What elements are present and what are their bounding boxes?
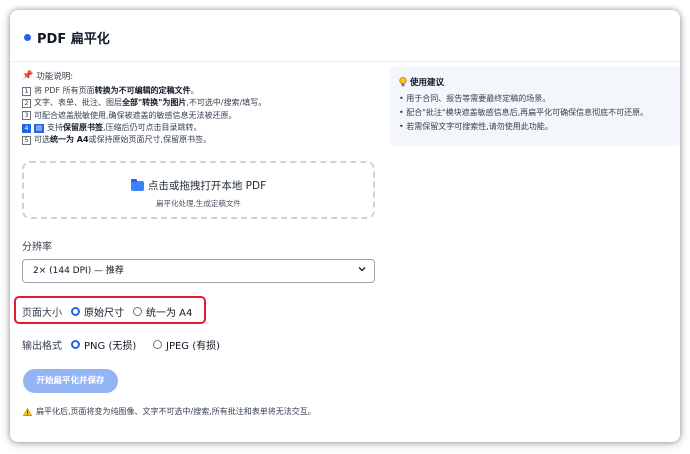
warning-text: 扁平化后,页面将变为纯图像、文字不可选中/搜索,所有批注和表单将无法交互。: [36, 407, 316, 416]
app-window: PDF 扁平化 📌 功能说明: 1 将 PDF 所有页面 转换为不可编辑的定稿文件…: [10, 10, 680, 442]
resolution-label: 分辨率: [22, 242, 52, 253]
usage-tips-panel: 使用建议 • 用于合同、报告等需要最终定稿的场景。 • 配合"批注"模块遮盖敏感…: [390, 66, 680, 146]
format-png-radio[interactable]: PNG (无损): [71, 337, 136, 352]
number-3-icon: 3: [22, 111, 31, 121]
radio-label: PNG (无损): [84, 341, 137, 352]
feature-text: 文字、表单、批注、图层: [34, 98, 122, 108]
radio-label: 统一为 A4: [146, 308, 193, 319]
resolution-selected-value: 2× (144 DPI) — 推荐: [33, 266, 124, 276]
feature-text: 。: [190, 86, 199, 95]
feature-text: ,压缩后仍可点击目录跳转。: [103, 122, 202, 132]
tips-heading-text: 使用建议: [410, 78, 445, 88]
feature-line-3: 3 可配合遮盖脱敏使用,确保被遮盖的敏感信息无法被还原。: [22, 110, 378, 122]
feature-heading-text: 功能说明:: [36, 72, 74, 82]
feature-line-1: 1 将 PDF 所有页面 转换为不可编辑的定稿文件。: [22, 85, 378, 97]
page-title: PDF 扁平化: [37, 32, 110, 47]
output-format-label: 输出格式: [22, 341, 62, 352]
radio-label: 原始尺寸: [84, 308, 124, 319]
dropzone-main-text: 点击或拖拽打开本地 PDF: [147, 180, 267, 192]
feature-text: 支持: [47, 122, 63, 132]
folder-icon: [130, 178, 144, 191]
dropzone-subtext: 扁平化处理,生成定稿文件: [156, 199, 241, 208]
warning-note: 扁平化后,页面将变为纯图像、文字不可选中/搜索,所有批注和表单将无法交互。: [23, 406, 316, 417]
feature-description: 📌 功能说明: 1 将 PDF 所有页面 转换为不可编辑的定稿文件。 2 文字、表…: [22, 70, 378, 146]
feature-line-2: 2 文字、表单、批注、图层 全部"转换"为图片 ,不可选中/搜索/填写。: [22, 97, 378, 109]
pdf-dropzone[interactable]: 点击或拖拽打开本地 PDF 扁平化处理,生成定稿文件: [22, 161, 375, 219]
feature-text: 将 PDF 所有页面: [34, 86, 95, 95]
dropzone-main: 点击或拖拽打开本地 PDF: [24, 178, 373, 193]
number-2-icon: 2: [22, 98, 31, 108]
feature-text: 或保持原始页面尺寸,保留原书签。: [88, 135, 212, 145]
feature-bold-text: 转换为不可编辑的定稿文件: [94, 86, 191, 95]
feature-text: 可选: [34, 135, 50, 145]
feature-text: ,不可选中/搜索/填写。: [186, 98, 267, 108]
title-bar: PDF 扁平化: [10, 10, 680, 62]
radio-unchecked-icon: [133, 307, 142, 316]
title-dot-icon: [24, 34, 31, 41]
feature-bold-text: 全部"转换"为图片: [122, 98, 187, 108]
format-jpeg-radio[interactable]: JPEG (有损): [153, 337, 220, 352]
chevron-down-icon: [358, 267, 366, 272]
feature-bold-text: 保留原书签: [63, 122, 103, 132]
number-5-icon: 5: [22, 135, 31, 145]
feature-heading: 📌 功能说明:: [22, 70, 378, 82]
pushpin-icon: 📌: [22, 71, 34, 81]
tip-item: • 若需保留文字可搜索性,请勿使用此功能。: [399, 122, 553, 131]
page-size-a4-radio[interactable]: 统一为 A4: [133, 304, 192, 319]
feature-line-5: 5 可选 统一为 A4 或保持原始页面尺寸,保留原书签。: [22, 134, 378, 146]
tips-heading: 使用建议: [399, 76, 444, 88]
tip-item: • 用于合同、报告等需要最终定稿的场景。: [399, 94, 551, 103]
start-flatten-button[interactable]: 开始扁平化并保存: [23, 369, 118, 393]
number-1-icon: 1: [22, 86, 31, 96]
number-4-icon: 4: [22, 123, 31, 133]
page-size-original-radio[interactable]: 原始尺寸: [71, 304, 124, 319]
radio-unchecked-icon: [153, 340, 162, 349]
feature-line-4: 4 ▤ 支持 保留原书签 ,压缩后仍可点击目录跳转。: [22, 122, 378, 134]
radio-checked-icon: [71, 340, 80, 349]
page-size-label: 页面大小: [22, 308, 62, 319]
feature-bold-text: 统一为 A4: [50, 135, 89, 145]
lightbulb-icon: [399, 77, 407, 87]
radio-label: JPEG (有损): [166, 341, 221, 352]
bookmark-icon: ▤: [34, 123, 44, 133]
feature-text: 可配合遮盖脱敏使用,确保被遮盖的敏感信息无法被还原。: [34, 110, 237, 120]
resolution-select[interactable]: 2× (144 DPI) — 推荐: [22, 259, 375, 283]
tip-item: • 配合"批注"模块遮盖敏感信息后,再扁平化可确保信息彻底不可还原。: [399, 108, 649, 117]
radio-checked-icon: [71, 307, 80, 316]
warning-icon: [23, 407, 32, 416]
